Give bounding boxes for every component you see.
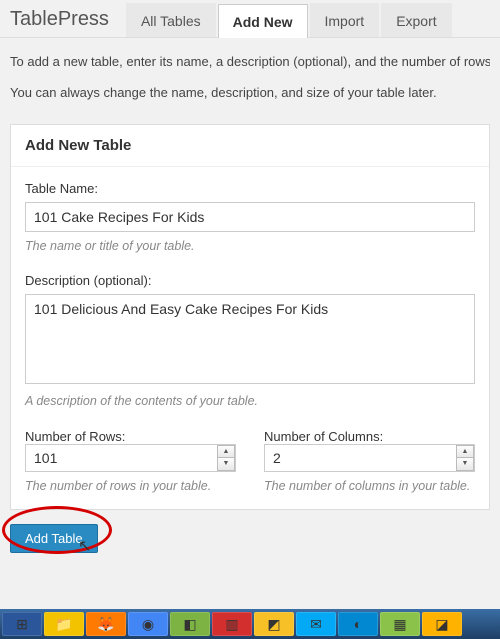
taskbar-item-1[interactable]: 📁 xyxy=(44,612,84,636)
columns-step-down[interactable]: ▼ xyxy=(456,457,474,471)
taskbar-item-8[interactable]: ◐ xyxy=(338,612,378,636)
taskbar-item-4[interactable]: ◧ xyxy=(170,612,210,636)
tab-add-new[interactable]: Add New xyxy=(218,4,308,38)
tab-all-tables[interactable]: All Tables xyxy=(126,3,216,37)
tab-bar: All Tables Add New Import Export xyxy=(124,0,452,37)
brand-title: TablePress xyxy=(0,0,124,37)
taskbar-item-6[interactable]: ◩ xyxy=(254,612,294,636)
rows-step-up[interactable]: ▲ xyxy=(217,445,235,458)
columns-step-up[interactable]: ▲ xyxy=(456,445,474,458)
taskbar-item-5[interactable]: ▥ xyxy=(212,612,252,636)
intro-line-1: To add a new table, enter its name, a de… xyxy=(10,52,490,73)
taskbar-item-3[interactable]: ◉ xyxy=(128,612,168,636)
taskbar-item-0[interactable]: ⊞ xyxy=(2,612,42,636)
description-hint: A description of the contents of your ta… xyxy=(25,393,475,411)
taskbar-item-2[interactable]: 🦊 xyxy=(86,612,126,636)
columns-spinner: ▲ ▼ xyxy=(456,445,474,471)
table-name-label: Table Name: xyxy=(25,181,475,196)
columns-label: Number of Columns: xyxy=(264,429,383,444)
description-input[interactable] xyxy=(25,294,475,384)
columns-input[interactable] xyxy=(264,444,475,472)
tab-import[interactable]: Import xyxy=(310,3,380,37)
rows-spinner: ▲ ▼ xyxy=(217,445,235,471)
add-table-button[interactable]: Add Table xyxy=(10,524,98,553)
rows-hint: The number of rows in your table. xyxy=(25,478,236,496)
intro-block: To add a new table, enter its name, a de… xyxy=(0,38,500,120)
taskbar-item-7[interactable]: ✉ xyxy=(296,612,336,636)
tab-export[interactable]: Export xyxy=(381,3,451,37)
description-label: Description (optional): xyxy=(25,273,475,288)
taskbar-item-10[interactable]: ◪ xyxy=(422,612,462,636)
rows-step-down[interactable]: ▼ xyxy=(217,457,235,471)
table-name-hint: The name or title of your table. xyxy=(25,238,475,256)
taskbar-item-9[interactable]: ▦ xyxy=(380,612,420,636)
windows-taskbar: ⊞📁🦊◉◧▥◩✉◐▦◪ xyxy=(0,609,500,639)
intro-line-2: You can always change the name, descript… xyxy=(10,83,490,104)
rows-input[interactable] xyxy=(25,444,236,472)
rows-label: Number of Rows: xyxy=(25,429,125,444)
columns-hint: The number of columns in your table. xyxy=(264,478,475,496)
table-name-input[interactable] xyxy=(25,202,475,232)
add-new-table-panel: Add New Table Table Name: The name or ti… xyxy=(10,124,490,511)
panel-heading: Add New Table xyxy=(11,125,489,167)
